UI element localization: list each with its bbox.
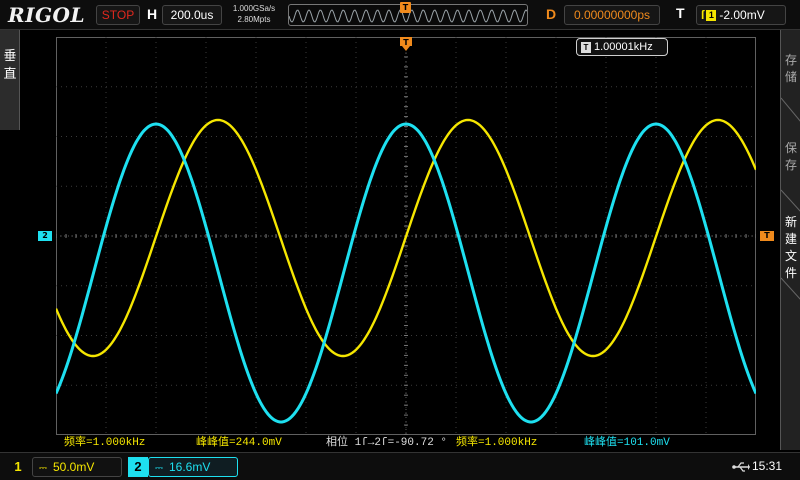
vertical-menu-tab[interactable]: 垂直 (0, 30, 20, 130)
trigger-label: T (676, 5, 685, 21)
ch2-number[interactable]: 2 (128, 457, 148, 477)
acquisition-info: 1.000GSa/s 2.80Mpts (228, 3, 280, 25)
top-status-bar: RIGOL STOP H 200.0us 1.000GSa/s 2.80Mpts… (0, 0, 800, 30)
vertical-menu-label: 垂直 (3, 49, 17, 82)
ch1-scale-box[interactable]: ⎓ 50.0mV (32, 457, 122, 477)
meas-ch2-vpp[interactable]: 峰峰值=101.0mV (584, 436, 670, 450)
meas-ch1-vpp[interactable]: 峰峰值=244.0mV (196, 436, 282, 450)
delay-label: D (546, 6, 557, 22)
frequency-counter-badge: T 1.00001kHz (576, 38, 668, 56)
ch1-scale: 50.0mV (52, 460, 95, 474)
right-softkey-menu: 存储 保存 新建文件 (780, 30, 800, 450)
graticule (56, 37, 756, 435)
timebase-display[interactable]: 200.0us (162, 5, 222, 25)
memory-depth: 2.80Mpts (237, 15, 271, 24)
measurement-readout: 频率=1.000kHz 峰峰值=244.0mV 相位 1ſ→2ſ=-90.72 … (56, 436, 776, 450)
dc-coupling-icon: ⎓ (155, 463, 163, 474)
usb-icon (732, 462, 750, 472)
softkey-dividers (781, 97, 800, 300)
trigger-display[interactable]: ſ 1 -2.00mV (696, 5, 786, 25)
trigger-level-marker[interactable]: T (760, 231, 774, 241)
trigger-source-chip: 1 (706, 10, 717, 22)
meas-frequency[interactable]: 频率=1.000kHz (456, 436, 537, 450)
trigger-level: -2.00mV (719, 8, 765, 22)
frequency-counter-value: 1.00001kHz (594, 41, 653, 53)
rising-edge-icon: ſ (701, 8, 705, 22)
system-clock: 15:31 (752, 459, 783, 473)
sample-rate: 1.000GSa/s (232, 4, 276, 13)
trigger-time-marker-text: T (403, 38, 409, 47)
waveform-display[interactable] (56, 37, 756, 435)
trigger-chip: T (581, 41, 591, 53)
trigger-position-marker[interactable]: T (400, 2, 411, 13)
ch1-waveform (56, 118, 756, 358)
meas-phase[interactable]: 相位 1ſ→2ſ=-90.72 ° (326, 436, 447, 450)
dc-coupling-icon: ⎓ (39, 463, 47, 474)
delay-display[interactable]: 0.00000000ps (564, 5, 660, 25)
ch2-scale: 16.6mV (168, 460, 211, 474)
ch2-offset-marker[interactable]: 2 (38, 231, 52, 241)
brand-logo: RIGOL (8, 3, 86, 27)
channel-status-bar: 1 ⎓ 50.0mV 2 ⎓ 16.6mV 15:31 (0, 452, 800, 480)
ch1-number[interactable]: 1 (10, 459, 26, 474)
meas-ch1-frequency[interactable]: 频率=1.000kHz (64, 436, 145, 450)
trigger-time-marker-icon[interactable]: T (400, 37, 412, 51)
horizontal-label: H (147, 6, 158, 22)
run-stop-button[interactable]: STOP (96, 5, 140, 25)
ch2-scale-box[interactable]: ⎓ 16.6mV (148, 457, 238, 477)
